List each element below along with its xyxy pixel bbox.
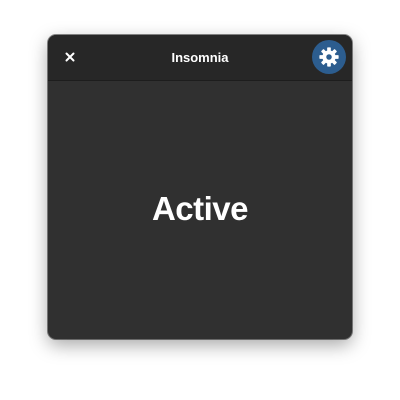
gear-icon — [319, 47, 339, 67]
app-window: Insomnia Active — [48, 35, 352, 339]
close-icon — [65, 52, 75, 62]
status-label: Active — [151, 190, 249, 227]
window-title: Insomnia — [171, 50, 229, 65]
title-bar: Insomnia — [48, 35, 352, 81]
close-button[interactable] — [58, 45, 82, 69]
main-content: Active — [48, 81, 352, 339]
settings-button[interactable] — [312, 40, 346, 74]
